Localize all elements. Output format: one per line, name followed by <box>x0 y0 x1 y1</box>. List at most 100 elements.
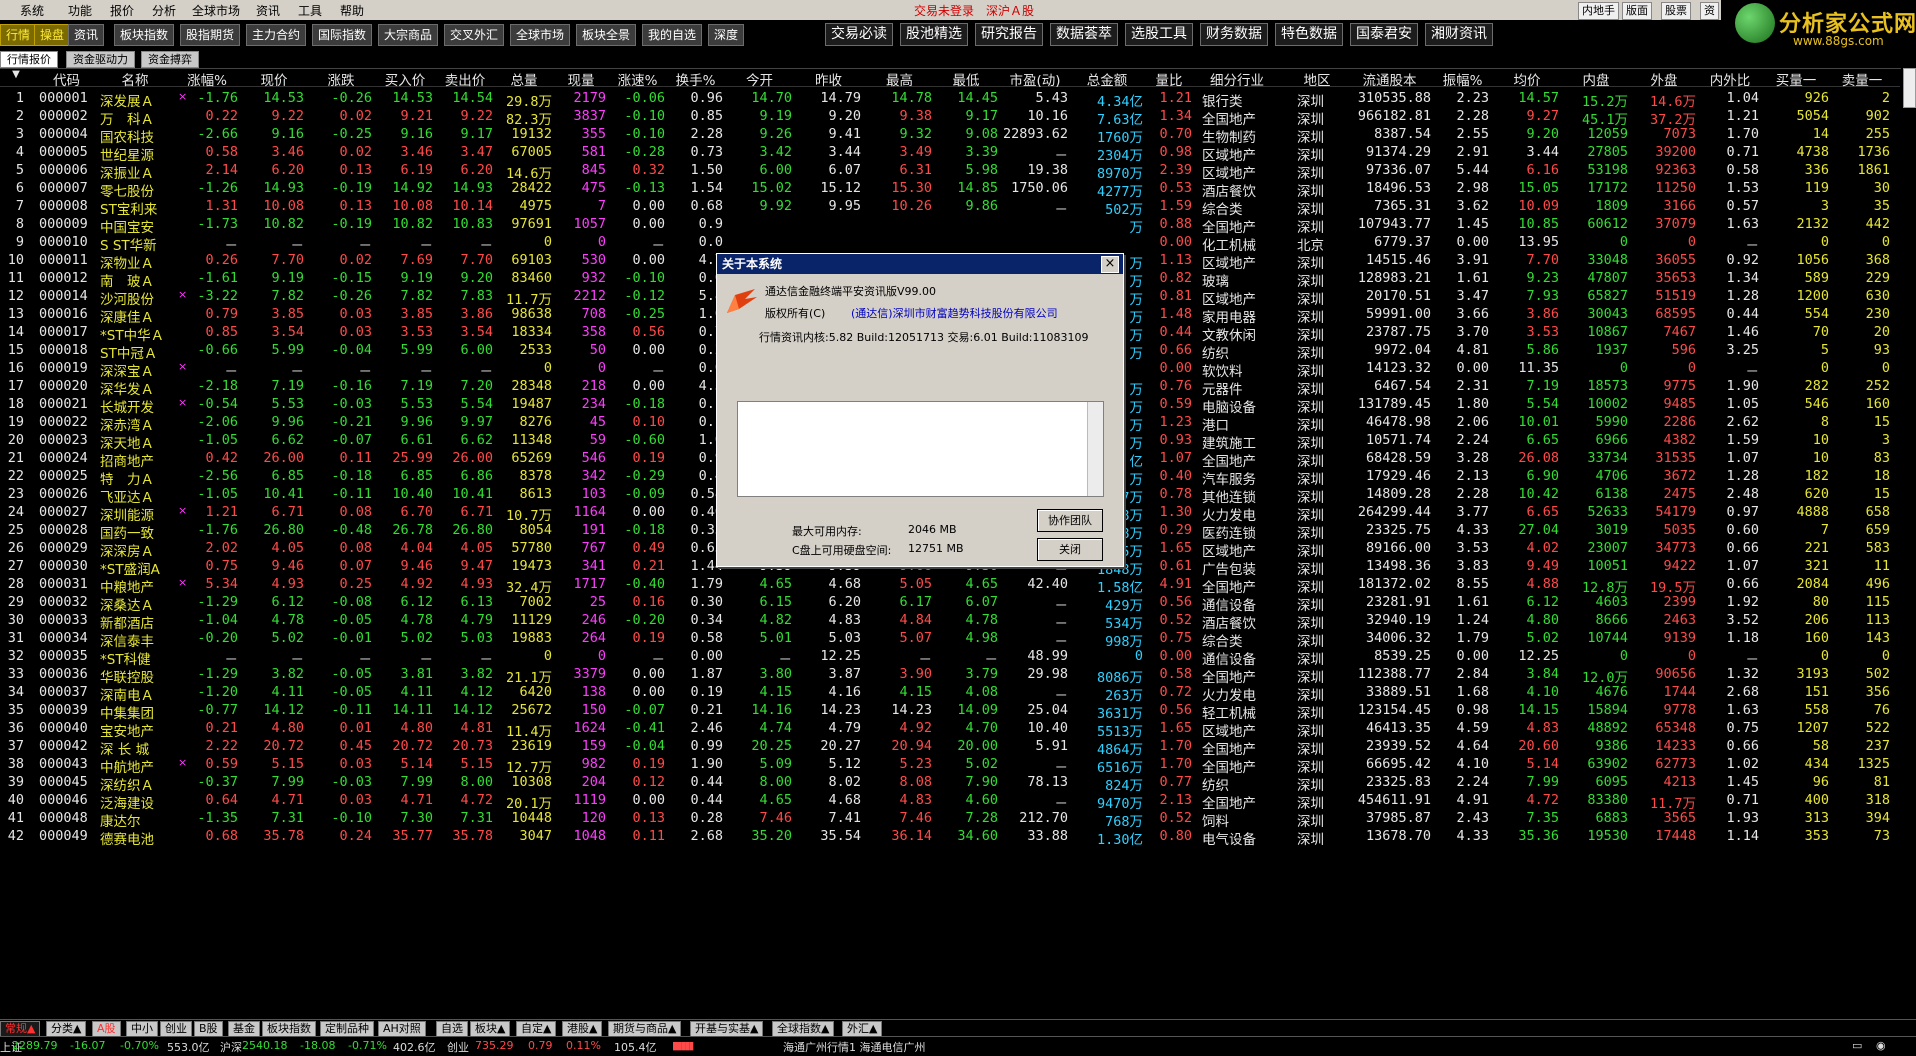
nav-section-button[interactable]: 交易必读 <box>825 23 893 46</box>
nav-section-button[interactable]: 选股工具 <box>1125 23 1193 46</box>
top-right-button[interactable]: 版面 <box>1622 2 1652 20</box>
menu-item[interactable]: 资讯 <box>256 2 280 19</box>
column-header[interactable]: 代码 <box>39 69 94 89</box>
column-header[interactable]: 总量 <box>496 69 552 89</box>
nav-button[interactable]: 我的自选 <box>642 24 703 46</box>
info-textarea[interactable] <box>737 401 1104 497</box>
team-button[interactable]: 协作团队 <box>1037 509 1103 532</box>
column-header[interactable]: 卖出价 <box>437 69 493 89</box>
column-header[interactable]: 换手% <box>668 69 723 89</box>
nav-button[interactable]: 国际指数 <box>312 24 373 46</box>
column-header[interactable]: 卖量一 <box>1834 69 1890 89</box>
bottom-tab[interactable]: 分类▲ <box>46 1021 87 1037</box>
nav-tab[interactable]: 行情 <box>0 24 37 46</box>
column-header[interactable]: 振幅% <box>1436 69 1489 89</box>
nav-button[interactable]: 交叉外汇 <box>444 24 505 46</box>
nav-tab[interactable]: 资讯 <box>68 24 105 46</box>
column-header[interactable]: 地区 <box>1297 69 1337 89</box>
nav-button[interactable]: 板块指数 <box>114 24 175 46</box>
column-header[interactable]: 涨幅% <box>176 69 238 89</box>
menu-item[interactable]: 系统 <box>20 2 44 19</box>
sort-arrow-icon[interactable]: ▼ <box>8 69 24 80</box>
table-row[interactable]: 42 000049 德赛电池 0.68 35.78 0.24 35.77 35.78 3047 1… <box>0 826 1900 848</box>
column-header[interactable]: 今开 <box>727 69 792 89</box>
nav-section-button[interactable]: 研究报告 <box>975 23 1043 46</box>
column-header[interactable]: 最低 <box>934 69 998 89</box>
nav-button[interactable]: 板块全景 <box>576 24 637 46</box>
connection-icon[interactable]: ▭ <box>1852 1039 1862 1052</box>
nav-section-button[interactable]: 特色数据 <box>1275 23 1343 46</box>
top-right-button[interactable]: 资 <box>1700 2 1719 20</box>
menu-item[interactable]: 分析 <box>152 2 176 19</box>
cell-flt: 13678.70 <box>1365 828 1431 844</box>
bottom-tab[interactable]: 期货与商品▲ <box>608 1021 682 1037</box>
sub-tab[interactable]: 资金搏弈 <box>141 51 199 68</box>
cell-avg: 10.85 <box>1518 216 1559 232</box>
menu-item[interactable]: 报价 <box>110 2 134 19</box>
menu-item[interactable]: 帮助 <box>340 2 364 19</box>
column-header[interactable]: 总金额 <box>1071 69 1143 89</box>
column-header[interactable]: 名称 <box>100 69 170 89</box>
bottom-tab[interactable]: 中小 <box>126 1021 158 1037</box>
nav-button[interactable]: 全球市场 <box>510 24 571 46</box>
dialog-close-button[interactable]: × <box>1101 256 1119 273</box>
column-header[interactable]: 现量 <box>556 69 606 89</box>
cell-b1: 221 <box>1804 540 1829 556</box>
bottom-tab[interactable]: 全球指数▲ <box>772 1021 835 1037</box>
sub-tab[interactable]: 行情报价 <box>0 51 58 68</box>
sub-tab[interactable]: 资金驱动力 <box>66 51 135 68</box>
bottom-tab[interactable]: 外汇▲ <box>842 1021 883 1037</box>
bottom-tab[interactable]: 创业 <box>160 1021 192 1037</box>
bottom-tab[interactable]: A股 <box>92 1021 121 1037</box>
bottom-tab[interactable]: 港股▲ <box>562 1021 603 1037</box>
bottom-tab[interactable]: 板块指数 <box>262 1021 316 1037</box>
nav-section-button[interactable]: 财务数据 <box>1200 23 1268 46</box>
column-header[interactable]: 内外比 <box>1701 69 1759 89</box>
column-header[interactable]: 外盘 <box>1632 69 1696 89</box>
column-header[interactable]: 流通股本 <box>1348 69 1431 89</box>
bottom-tab[interactable]: 基金 <box>228 1021 260 1037</box>
column-header[interactable]: 涨速% <box>610 69 665 89</box>
nav-section-button[interactable]: 湘财资讯 <box>1425 23 1493 46</box>
nav-section-button[interactable]: 数据荟萃 <box>1050 23 1118 46</box>
bottom-tab[interactable]: 常规▲ <box>0 1021 41 1037</box>
column-header[interactable]: 量比 <box>1146 69 1192 89</box>
nav-button[interactable]: 大宗商品 <box>378 24 439 46</box>
column-header[interactable]: 最高 <box>867 69 932 89</box>
column-header[interactable]: 现价 <box>244 69 304 89</box>
top-right-button[interactable]: 股票 <box>1661 2 1691 20</box>
menu-item[interactable]: 工具 <box>298 2 322 19</box>
nav-section-button[interactable]: 股池精选 <box>900 23 968 46</box>
bottom-tab[interactable]: 自定▲ <box>516 1021 557 1037</box>
column-header[interactable]: 买量一 <box>1763 69 1829 89</box>
bottom-tab[interactable]: AH对照 <box>378 1021 426 1037</box>
column-header[interactable]: 昨收 <box>796 69 861 89</box>
nav-button[interactable]: 股指期货 <box>180 24 241 46</box>
bottom-tab[interactable]: 定制品种 <box>320 1021 374 1037</box>
column-header[interactable]: 涨跌 <box>310 69 372 89</box>
column-header[interactable]: 内盘 <box>1564 69 1628 89</box>
nav-button[interactable]: 主力合约 <box>246 24 307 46</box>
bottom-tab[interactable]: 开基与实基▲ <box>690 1021 764 1037</box>
bottom-tab[interactable]: 自选 <box>436 1021 468 1037</box>
nav-button[interactable]: 深度 <box>708 24 745 46</box>
cell-avg: 5.14 <box>1526 756 1559 772</box>
close-button[interactable]: 关闭 <box>1037 538 1103 561</box>
vertical-scrollbar[interactable] <box>1901 68 1916 1019</box>
bottom-tab[interactable]: B股 <box>194 1021 223 1037</box>
column-header[interactable]: 买入价 <box>377 69 433 89</box>
nav-section-button[interactable]: 国泰君安 <box>1350 23 1418 46</box>
status-server[interactable]: 海通广州行情1 海通电信广州 <box>783 1039 926 1055</box>
settings-icon[interactable]: ◉ <box>1876 1039 1886 1052</box>
menu-item[interactable]: 全球市场 <box>192 2 240 19</box>
scroll-thumb[interactable] <box>1903 68 1916 108</box>
bottom-tab[interactable]: 板块▲ <box>470 1021 511 1037</box>
column-header[interactable]: 细分行业 <box>1202 69 1272 89</box>
column-header[interactable]: 均价 <box>1495 69 1559 89</box>
top-right-button[interactable]: 内地手 <box>1578 2 1619 20</box>
nav-tab[interactable]: 操盘 <box>34 24 71 46</box>
menu-item[interactable]: 功能 <box>68 2 92 19</box>
column-header[interactable]: 市盈(动) <box>1002 69 1068 89</box>
textarea-scrollbar[interactable] <box>1087 402 1103 496</box>
copyright-owner-link[interactable]: (通达信)深圳市财富趋势科技股份有限公司 <box>851 305 1058 321</box>
